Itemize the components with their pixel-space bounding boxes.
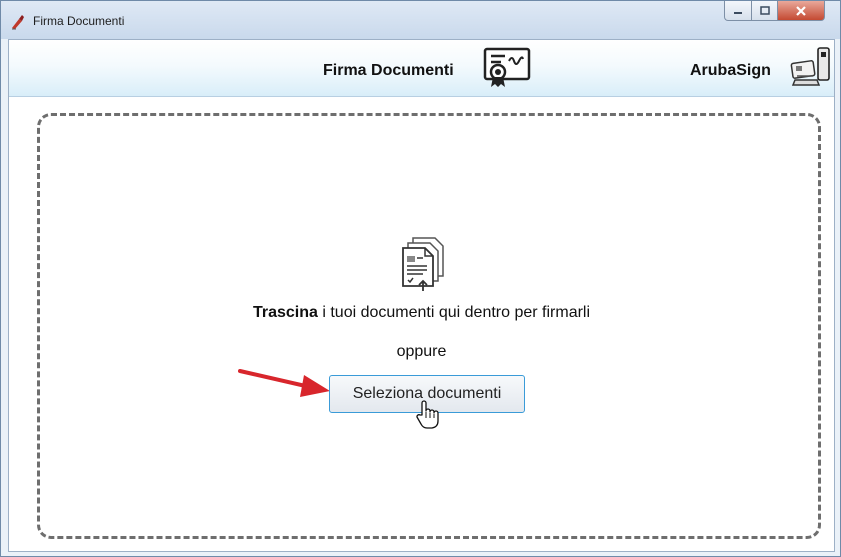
app-header: Firma Documenti ArubaSign <box>9 40 834 97</box>
maximize-icon <box>759 6 770 15</box>
drop-instructions-rest: i tuoi documenti qui dentro per firmarli <box>317 304 591 321</box>
header-title: Firma Documenti <box>323 62 454 79</box>
title-bar[interactable]: Firma Documenti <box>1 1 840 39</box>
drop-instructions: Trascina i tuoi documenti qui dentro per… <box>9 304 834 322</box>
red-arrow-icon <box>238 369 330 397</box>
drop-instructions-bold: Trascina <box>252 304 318 321</box>
maximize-button[interactable] <box>751 1 778 21</box>
close-button[interactable] <box>777 1 825 21</box>
header-brand: ArubaSign <box>690 62 771 79</box>
main-content: Firma Documenti ArubaSign Trascina i tuo… <box>8 39 835 552</box>
drop-zone[interactable] <box>37 113 821 539</box>
close-icon <box>796 5 806 16</box>
documents-upload-icon <box>402 237 444 291</box>
app-window: Firma Documenti Firma Documenti ArubaSig… <box>0 0 841 557</box>
smartcard-reader-icon <box>790 47 830 86</box>
certificate-icon <box>483 47 531 87</box>
window-title: Firma Documenti <box>33 14 125 28</box>
app-logo-icon <box>12 15 24 30</box>
minimize-button[interactable] <box>724 1 752 21</box>
hand-pointer-icon <box>416 400 439 429</box>
minimize-icon <box>734 11 742 14</box>
or-label: oppure <box>396 343 447 360</box>
